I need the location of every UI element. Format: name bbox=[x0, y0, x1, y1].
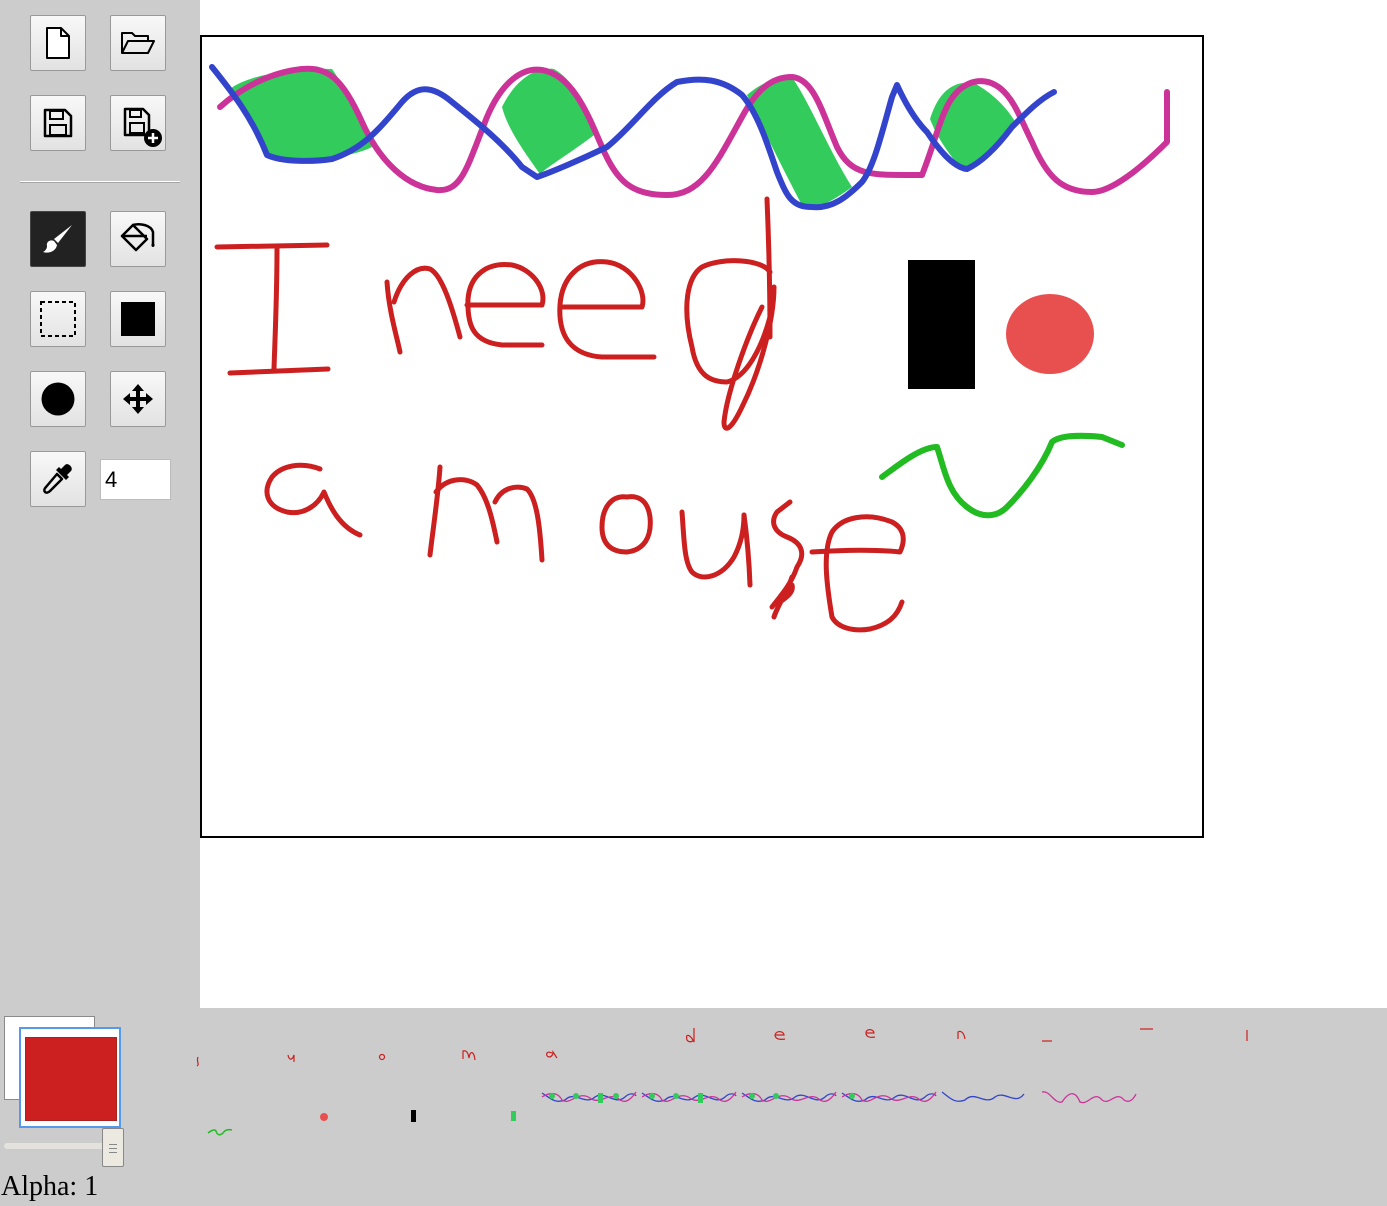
alpha-slider-thumb[interactable] bbox=[102, 1128, 124, 1167]
handwriting-strokes bbox=[214, 196, 906, 633]
tool-sidebar bbox=[0, 0, 200, 1008]
brush-tool-button[interactable] bbox=[30, 211, 86, 267]
open-file-button[interactable] bbox=[110, 15, 166, 71]
alpha-label: Alpha: 1 bbox=[1, 1171, 99, 1202]
canvas-drawing[interactable] bbox=[202, 37, 1202, 836]
black-rectangle-shape bbox=[908, 260, 975, 389]
save-as-button[interactable] bbox=[110, 95, 166, 151]
select-tool-button[interactable] bbox=[30, 291, 86, 347]
foreground-color-selected[interactable] bbox=[19, 1027, 121, 1128]
move-arrows-icon bbox=[123, 384, 153, 414]
toolbar-divider bbox=[20, 181, 180, 183]
red-circle-shape bbox=[1006, 294, 1094, 374]
grip-line bbox=[109, 1152, 117, 1153]
foreground-color-swatch[interactable] bbox=[25, 1037, 117, 1121]
dashed-select-icon bbox=[40, 301, 76, 337]
alpha-slider-track[interactable] bbox=[4, 1143, 114, 1149]
paintbrush-icon bbox=[43, 225, 72, 253]
brush-size-input[interactable] bbox=[100, 459, 171, 500]
grip-line bbox=[109, 1148, 117, 1149]
filled-square-icon bbox=[121, 302, 155, 336]
folder-open-icon bbox=[121, 32, 155, 54]
eyedropper-tool-button[interactable] bbox=[30, 451, 86, 507]
bottom-panel bbox=[0, 1008, 1387, 1206]
eyedropper-icon bbox=[43, 464, 72, 494]
save-as-icon bbox=[123, 107, 162, 147]
green-squiggle-stroke bbox=[879, 432, 1125, 519]
new-file-button[interactable] bbox=[30, 15, 86, 71]
ellipse-tool-button[interactable] bbox=[30, 371, 86, 427]
fill-tool-button[interactable] bbox=[110, 211, 166, 267]
rectangle-tool-button[interactable] bbox=[110, 291, 166, 347]
new-file-icon bbox=[46, 27, 70, 59]
paint-bucket-icon bbox=[120, 223, 155, 252]
drawing-canvas[interactable] bbox=[200, 35, 1204, 838]
filled-circle-icon bbox=[41, 382, 75, 416]
save-button[interactable] bbox=[30, 95, 86, 151]
move-tool-button[interactable] bbox=[110, 371, 166, 427]
save-icon bbox=[43, 108, 73, 138]
grip-line bbox=[109, 1144, 117, 1145]
